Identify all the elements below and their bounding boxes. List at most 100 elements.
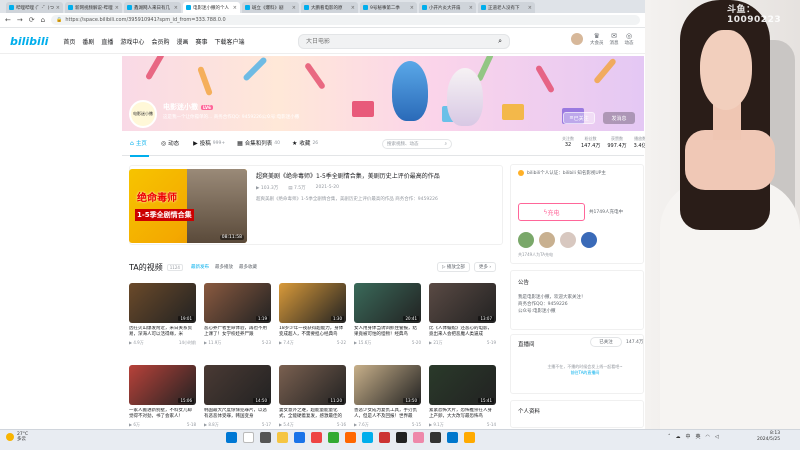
chrome-icon[interactable] — [311, 432, 322, 443]
nav-match[interactable]: 赛事 — [195, 37, 207, 46]
live-room-link[interactable]: 前往TA的直播间 — [540, 370, 630, 376]
start-icon[interactable] — [226, 432, 237, 443]
cloud-icon[interactable]: ☁ — [676, 434, 681, 440]
message-link[interactable]: ✉ 消息 — [610, 32, 619, 46]
fan-avatar[interactable] — [539, 232, 555, 248]
close-icon[interactable]: × — [292, 5, 296, 11]
user-avatar[interactable] — [570, 32, 584, 46]
nav-live[interactable]: 直播 — [101, 37, 113, 46]
browser-tab[interactable]: 大鹏看电影的原 × — [301, 2, 358, 13]
video-thumbnail[interactable]: 15:06 — [129, 365, 196, 405]
tab-home[interactable]: ⌂ 主页 — [130, 131, 149, 157]
pinned-video-title[interactable]: 超爽美剧《绝命毒师》1-5季全剧情合集，美剧历史上评价最高的作品 — [256, 171, 496, 180]
video-thumbnail[interactable]: 13:07 — [429, 283, 496, 323]
browser-tab[interactable]: 斑立《爆料》剧 × — [242, 2, 299, 13]
nav-download[interactable]: 下载客户端 — [214, 37, 244, 46]
dynamic-link[interactable]: ◎ 动态 — [625, 32, 634, 46]
video-thumbnail[interactable]: 13:50 — [354, 365, 421, 405]
nav-manga[interactable]: 漫画 — [176, 37, 188, 46]
system-clock[interactable]: 8:13 2024/5/25 — [757, 431, 780, 443]
close-icon[interactable]: × — [174, 5, 178, 11]
volume-icon[interactable]: ◁ — [715, 434, 719, 440]
stat-item[interactable]: 关注数 32 — [562, 136, 574, 149]
nav-game[interactable]: 游戏中心 — [120, 37, 144, 46]
edge-icon[interactable] — [294, 432, 305, 443]
search-icon[interactable] — [243, 432, 254, 443]
browser-tab[interactable]: 正道老人没有下 × — [478, 2, 535, 13]
close-icon[interactable]: × — [56, 5, 60, 11]
charge-button[interactable]: ϟ 充电 — [518, 203, 585, 221]
live-follow-button[interactable]: 已关注 — [590, 337, 622, 347]
video-title[interactable]: 妻女意外之难，超能量能量化式，全能硬着复发，感激最佳的 — [279, 408, 346, 420]
close-icon[interactable]: × — [410, 5, 414, 11]
obs-icon[interactable] — [430, 432, 441, 443]
video-card[interactable]: 1:19 恶心养尸者生命体验，再也不用上课了！女学校娃养尸跟 ▶ 11.9万 5-… — [204, 283, 271, 361]
video-title[interactable]: 善恶少女成为复仇工具，手刃仇人，但是人不及回报！世界最 — [354, 408, 421, 420]
sort-latest[interactable]: 最新发布 — [191, 264, 209, 270]
fan-avatar[interactable] — [581, 232, 597, 248]
bilibili-app-icon[interactable] — [362, 432, 373, 443]
close-icon[interactable]: × — [469, 5, 473, 11]
play-all-button[interactable]: ▷ 播放全部 — [437, 262, 470, 272]
video-title[interactable]: 恶心养尸者生命体验，再也不用上课了！女学校娃养尸跟 — [204, 326, 271, 338]
video-title[interactable]: 一家人搬进新别墅，不料女儿却觉得不对劲，书了会家人！ — [129, 408, 196, 420]
back-icon[interactable]: ← — [5, 16, 11, 24]
space-search[interactable]: 搜索视频、动态 ⌕ — [382, 139, 452, 149]
more-button[interactable]: 更多 › — [473, 262, 497, 272]
followed-button[interactable]: ≡ 已关注 — [563, 112, 595, 124]
tab-star[interactable]: ★ 收藏 26 — [292, 131, 318, 156]
task-view-icon[interactable] — [260, 432, 271, 443]
stat-item[interactable]: 粉丝数 147.4万 — [581, 136, 600, 149]
video-title[interactable]: 18岁少年一夜获得超能力，身体变成超人，不需要担心经典鸟 — [279, 326, 346, 338]
ime-indicator[interactable]: 中 — [686, 433, 691, 440]
video-thumbnail[interactable]: 19:01 — [129, 283, 196, 323]
sort-most-favorited[interactable]: 最多收藏 — [239, 264, 257, 270]
vip-link[interactable]: ♛ 大会员 — [590, 32, 604, 46]
send-message-button[interactable]: 发消息 — [603, 112, 635, 124]
wifi-icon[interactable]: ◠ — [706, 434, 710, 440]
search-input[interactable] — [306, 38, 486, 45]
weather-widget[interactable]: 27°C 多云 — [6, 432, 28, 442]
app-icon[interactable] — [396, 432, 407, 443]
browser-tab[interactable]: 鑫湖网人来日有几 × — [124, 2, 181, 13]
wechat-icon[interactable] — [328, 432, 339, 443]
nav-home[interactable]: 首页 — [63, 37, 75, 46]
browser-tab[interactable]: 哔哩哔哩 (゜-゜)つ × — [6, 2, 63, 13]
video-card[interactable]: 20:41 女人用身体当诱饵抓住警报，结果竟被可怕的怪物！经典鸟 ▶ 15.6万… — [354, 283, 421, 361]
app-icon[interactable] — [379, 432, 390, 443]
up-avatar[interactable]: 电影迷小撒 — [129, 100, 157, 128]
close-icon[interactable]: × — [115, 5, 119, 11]
app-icon[interactable] — [447, 432, 458, 443]
video-title[interactable]: 紧紧恐怖大片，恐怖推崇在人身上产卵，大大改写最恐怖鸟 — [429, 408, 496, 420]
stat-item[interactable]: 获赞数 997.4万 — [607, 136, 626, 149]
video-thumbnail[interactable]: 11:20 — [279, 365, 346, 405]
browser-tab[interactable]: 9号秘事第二季 × — [360, 2, 417, 13]
video-card[interactable]: 13:07 比《人体蜈蚣》还恶心的电影，竟出来人会把恶魔人类逼成 ▶ 21万 5-… — [429, 283, 496, 361]
close-icon[interactable]: × — [351, 5, 355, 11]
home-icon[interactable]: ⌂ — [41, 16, 45, 24]
bilibili-logo[interactable]: bilibili — [10, 35, 48, 48]
video-title[interactable]: 因在火山爆发附近，米日关系贸易，深海人可以活得缘，米 — [129, 326, 196, 338]
fan-avatar[interactable] — [518, 232, 534, 248]
search-icon[interactable]: ⌕ — [498, 37, 502, 46]
douyu-icon[interactable] — [345, 432, 356, 443]
close-icon[interactable]: × — [528, 5, 532, 11]
video-title[interactable]: 女人用身体当诱饵抓住警报，结果竟被可怕的怪物！经典鸟 — [354, 326, 421, 338]
app-icon[interactable] — [464, 432, 475, 443]
video-title[interactable]: 比《人体蜈蚣》还恶心的电影，竟出来人会把恶魔人类逼成 — [429, 326, 496, 338]
video-thumbnail[interactable]: 20:41 — [354, 283, 421, 323]
video-thumbnail[interactable]: 1:30 — [279, 283, 346, 323]
video-thumbnail[interactable]: 15:41 — [429, 365, 496, 405]
close-icon[interactable]: × — [233, 5, 237, 11]
tab-dynamic[interactable]: ◎ 动态 — [161, 131, 181, 156]
reload-icon[interactable]: ⟳ — [29, 16, 35, 24]
chevron-up-icon[interactable]: ˄ — [668, 434, 671, 440]
video-thumbnail[interactable]: 14:50 — [204, 365, 271, 405]
ime-mode[interactable]: 英 — [696, 433, 701, 440]
app-icon[interactable] — [413, 432, 424, 443]
video-card[interactable]: 19:01 因在火山爆发附近，米日关系贸易，深海人可以活得缘，米 ▶ 4.9万 1… — [129, 283, 196, 361]
sort-most-played[interactable]: 最多播放 — [215, 264, 233, 270]
browser-tab[interactable]: 小开片炎大开扇 × — [419, 2, 476, 13]
nav-anime[interactable]: 番剧 — [82, 37, 94, 46]
pinned-video-cover[interactable]: 绝命毒师 1-5季全剧情合集 08:11:58 — [129, 169, 247, 243]
